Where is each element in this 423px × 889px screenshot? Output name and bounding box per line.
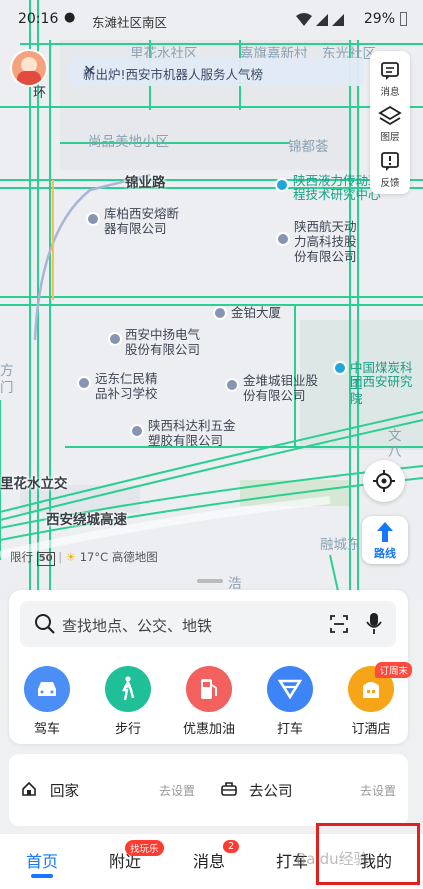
route-arrow-icon bbox=[377, 522, 393, 542]
poi-label[interactable]: 份有限公司 bbox=[294, 248, 357, 265]
bottom-sheet: 查找地点、公交、地铁 驾车 步行 优惠加油 打车 订周末 订酒店 bbox=[9, 590, 412, 744]
quick-action-label: 步行 bbox=[114, 722, 141, 737]
go-work-button[interactable]: 去公司 bbox=[249, 780, 293, 801]
side-item-label: 消息 bbox=[380, 87, 400, 98]
scan-icon[interactable] bbox=[329, 614, 349, 634]
poi-marker[interactable] bbox=[108, 332, 122, 346]
battery-level: 29% bbox=[363, 11, 395, 27]
poi-label[interactable]: 塑胶有限公司 bbox=[148, 432, 223, 449]
poi-marker[interactable] bbox=[276, 232, 290, 246]
active-tab-indicator bbox=[31, 874, 53, 878]
battery-icon bbox=[400, 12, 407, 26]
home-setup-link[interactable]: 去设置 bbox=[159, 782, 195, 799]
tab-nearby[interactable]: 附近 找玩乐 bbox=[109, 840, 164, 872]
quick-action-walk[interactable]: 步行 bbox=[97, 666, 159, 737]
map-view[interactable]: 里花水社区 嘉旗嘉新村 东光社区 尚品美地小区 锦都荟 锦业路 陕西液力传动工 … bbox=[0, 0, 423, 600]
walk-icon bbox=[105, 666, 151, 712]
locate-button[interactable] bbox=[363, 460, 405, 502]
poi-marker[interactable] bbox=[275, 178, 289, 192]
map-roads bbox=[0, 0, 423, 600]
status-bar: 20:16 ● 东滩社区南区 29% bbox=[0, 0, 423, 40]
home-icon bbox=[22, 781, 36, 796]
route-button[interactable]: 路线 bbox=[362, 516, 408, 564]
search-placeholder: 查找地点、公交、地铁 bbox=[62, 617, 213, 635]
side-item-label: 反馈 bbox=[380, 178, 400, 189]
poi-marker[interactable] bbox=[130, 424, 144, 438]
traffic-limit-number: 50 bbox=[36, 552, 55, 566]
search-icon bbox=[35, 614, 55, 634]
side-layers-button[interactable]: 图层 bbox=[370, 103, 410, 149]
highlight-box bbox=[316, 823, 420, 885]
road-label: 锦业路 bbox=[125, 175, 166, 191]
work-setup-link[interactable]: 去设置 bbox=[360, 782, 396, 799]
quick-action-label: 驾车 bbox=[33, 722, 60, 737]
notice-banner[interactable]: 新出炉!西安市机器人服务人气榜 ✕ bbox=[68, 58, 364, 86]
sheet-drag-handle[interactable] bbox=[197, 579, 223, 583]
road-label: 里花水立交 bbox=[0, 476, 68, 492]
side-item-label: 图层 bbox=[380, 132, 400, 143]
road-label: 西安绕城高速 bbox=[46, 512, 127, 528]
status-location: 东滩社区南区 bbox=[92, 15, 168, 30]
close-icon[interactable]: ✕ bbox=[83, 61, 357, 80]
sun-icon: ☀ bbox=[65, 550, 77, 564]
message-icon bbox=[381, 62, 399, 80]
layers-icon bbox=[378, 105, 402, 126]
status-time: 20:16 bbox=[18, 11, 59, 27]
poi-label[interactable]: 团西安研究院 bbox=[350, 373, 423, 407]
side-feedback-button[interactable]: 反馈 bbox=[370, 149, 410, 195]
feedback-icon bbox=[381, 152, 399, 171]
search-bar[interactable]: 查找地点、公交、地铁 bbox=[20, 601, 396, 647]
quick-action-hotel[interactable]: 订周末 订酒店 bbox=[340, 662, 412, 737]
poi-label[interactable]: 品补习学校 bbox=[95, 385, 158, 402]
poi-marker[interactable] bbox=[213, 306, 227, 320]
map-info-bar: 限行 50 | ☀ 17°C 高德地图 bbox=[10, 550, 158, 566]
poi-label[interactable]: 器有限公司 bbox=[104, 220, 167, 237]
traffic-limit-label: 限行 bbox=[10, 550, 33, 564]
signal-icon bbox=[296, 13, 344, 26]
map-label: 门 bbox=[0, 380, 14, 396]
microphone-icon[interactable] bbox=[366, 612, 382, 636]
poi-label[interactable]: 程技术研究中心 bbox=[293, 186, 381, 203]
hotel-promo-badge: 订周末 bbox=[375, 662, 412, 678]
map-label: 文 bbox=[388, 428, 402, 444]
quick-action-fuel[interactable]: 优惠加油 bbox=[178, 666, 240, 737]
map-label: 八 bbox=[388, 444, 402, 460]
car-icon bbox=[24, 666, 70, 712]
poi-marker[interactable] bbox=[86, 212, 100, 226]
weather-temp: 17°C bbox=[79, 550, 109, 564]
quick-action-label: 打车 bbox=[276, 722, 303, 737]
poi-marker[interactable] bbox=[225, 378, 239, 392]
quick-action-label: 优惠加油 bbox=[182, 722, 235, 737]
map-side-panel: 消息 图层 反馈 bbox=[370, 51, 410, 194]
poi-label[interactable]: 金铂大厦 bbox=[231, 304, 281, 321]
briefcase-icon bbox=[221, 782, 237, 796]
quick-action-taxi[interactable]: 打车 bbox=[259, 666, 321, 737]
fuel-pump-icon bbox=[186, 666, 232, 712]
go-home-button[interactable]: 回家 bbox=[50, 780, 79, 801]
avatar-caption: 环 bbox=[33, 86, 47, 101]
hotel-icon: 订周末 bbox=[348, 662, 412, 712]
tab-home[interactable]: 首页 bbox=[26, 848, 58, 872]
map-brand: 高德地图 bbox=[111, 550, 158, 564]
shortcut-card: 回家 去设置 去公司 去设置 bbox=[9, 754, 408, 826]
map-label: 尚品美地小区 bbox=[88, 134, 169, 150]
route-label: 路线 bbox=[374, 547, 396, 560]
tab-messages[interactable]: 消息 2 bbox=[193, 840, 240, 872]
nearby-badge: 找玩乐 bbox=[125, 840, 164, 856]
poi-marker[interactable] bbox=[77, 376, 91, 390]
quick-action-drive[interactable]: 驾车 bbox=[16, 666, 78, 737]
poi-label[interactable]: 股份有限公司 bbox=[125, 341, 200, 358]
side-message-button[interactable]: 消息 bbox=[370, 57, 410, 103]
location-pin-icon: ● bbox=[64, 10, 76, 25]
quick-action-label: 订酒店 bbox=[351, 722, 391, 737]
map-label: 方 bbox=[0, 363, 14, 379]
crosshair-icon bbox=[373, 470, 395, 492]
poi-marker[interactable] bbox=[333, 361, 347, 375]
poi-label[interactable]: 份有限公司 bbox=[243, 387, 306, 404]
map-label: 锦都荟 bbox=[288, 139, 329, 155]
map-label: 融城东 bbox=[320, 537, 361, 553]
message-count-badge: 2 bbox=[223, 840, 240, 853]
taxi-icon bbox=[267, 666, 313, 712]
